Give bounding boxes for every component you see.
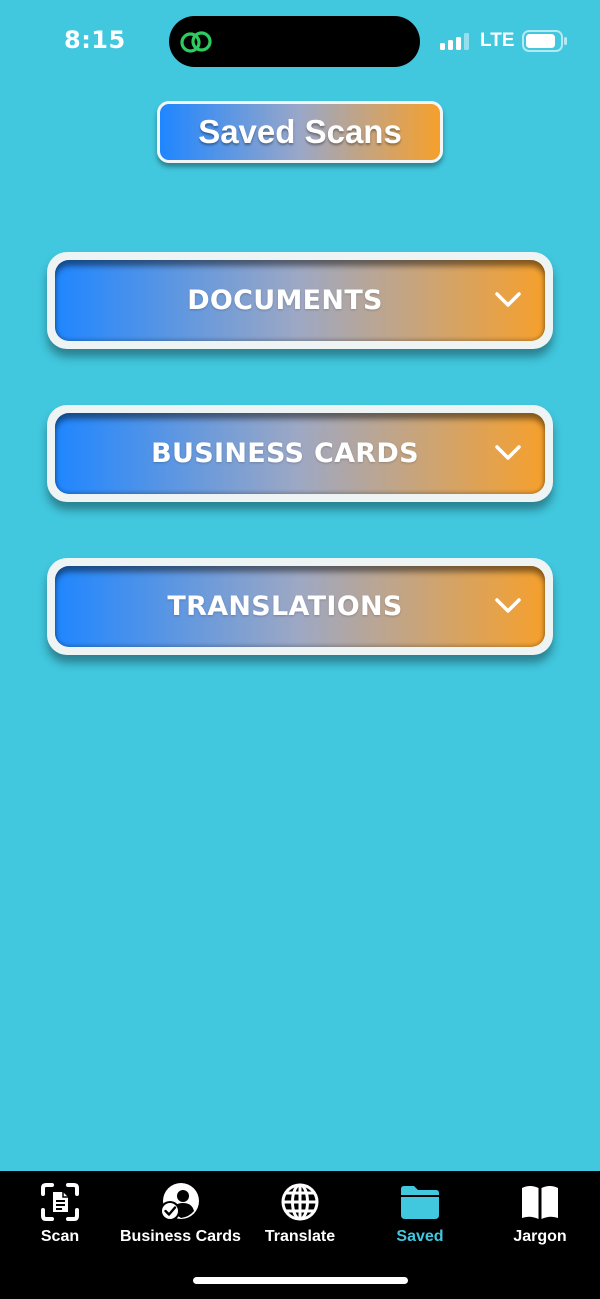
status-time: 8:15	[64, 26, 126, 54]
translations-dropdown[interactable]: TRANSLATIONS	[47, 558, 553, 655]
folder-icon	[401, 1186, 439, 1219]
tab-business-cards[interactable]: Business Cards	[120, 1171, 241, 1261]
home-indicator	[193, 1277, 408, 1284]
chevron-down-icon	[495, 445, 521, 460]
tab-scan-label: Scan	[40, 1228, 80, 1245]
document-scan-icon	[41, 1183, 79, 1221]
link-icon	[180, 31, 212, 53]
translations-dropdown-label: TRANSLATIONS	[167, 591, 403, 622]
chevron-down-icon	[495, 598, 521, 613]
tab-jargon[interactable]: Jargon	[480, 1171, 600, 1261]
book-icon	[522, 1186, 558, 1219]
documents-dropdown-face: DOCUMENTS	[55, 260, 545, 341]
chevron-down-icon	[495, 292, 521, 307]
battery-icon	[522, 30, 567, 52]
dynamic-island	[169, 16, 420, 67]
status-bar: 8:15 LTE	[0, 0, 600, 84]
tab-saved[interactable]: Saved	[360, 1171, 480, 1261]
globe-icon	[281, 1183, 319, 1221]
documents-dropdown[interactable]: DOCUMENTS	[47, 252, 553, 349]
page-title: Saved Scans	[157, 101, 443, 163]
business-cards-dropdown-label: BUSINESS CARDS	[151, 438, 419, 469]
documents-dropdown-label: DOCUMENTS	[187, 285, 383, 316]
tab-translate[interactable]: Translate	[240, 1171, 360, 1261]
business-cards-dropdown[interactable]: BUSINESS CARDS	[47, 405, 553, 502]
page-title-text: Saved Scans	[198, 113, 402, 150]
person-check-icon	[160, 1183, 199, 1221]
tab-jargon-label: Jargon	[513, 1228, 567, 1245]
tab-translate-label: Translate	[264, 1228, 336, 1245]
carrier-label: LTE	[480, 30, 515, 51]
business-cards-dropdown-face: BUSINESS CARDS	[55, 413, 545, 494]
tab-saved-label: Saved	[396, 1228, 444, 1245]
translations-dropdown-face: TRANSLATIONS	[55, 566, 545, 647]
cellular-signal-icon	[440, 33, 470, 50]
tab-business-cards-label: Business Cards	[120, 1228, 241, 1245]
tab-scan[interactable]: Scan	[0, 1171, 120, 1261]
